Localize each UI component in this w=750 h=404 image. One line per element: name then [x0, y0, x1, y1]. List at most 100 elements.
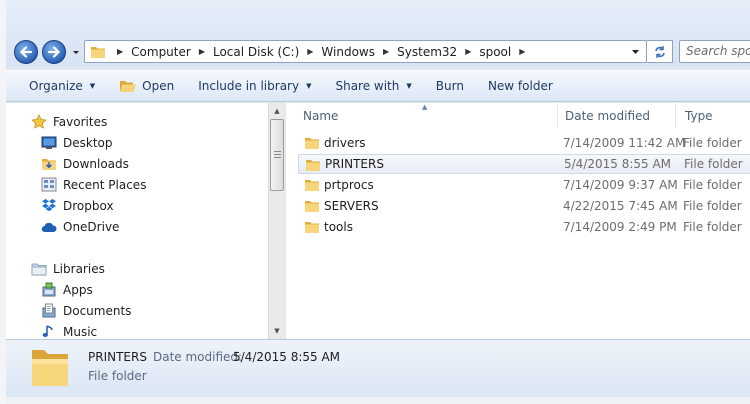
- chevron-down-icon: ▼: [306, 82, 312, 90]
- chevron-down-icon: ▼: [406, 82, 412, 90]
- file-type: File folder: [683, 199, 742, 213]
- file-row-selected[interactable]: PRINTERS 5/4/2015 8:55 AM File folder: [298, 154, 750, 174]
- new-folder-label: New folder: [487, 79, 553, 93]
- address-row: ▶ Computer ▶ Local Disk (C:) ▶ Windows ▶…: [6, 0, 750, 66]
- scroll-up-icon[interactable]: ▲: [269, 103, 285, 119]
- chevron-right-icon[interactable]: ▶: [307, 47, 313, 56]
- file-date: 5/4/2015 8:55 AM: [564, 157, 672, 171]
- nav-item-favorites[interactable]: Favorites: [30, 111, 107, 132]
- column-header-date-modified[interactable]: Date modified: [556, 103, 676, 128]
- breadcrumb-system32[interactable]: System32: [397, 45, 457, 59]
- nav-item-libraries[interactable]: Libraries: [30, 258, 105, 279]
- file-name: SERVERS: [324, 199, 379, 213]
- file-date: 4/22/2015 7:45 AM: [563, 199, 678, 213]
- refresh-button[interactable]: [647, 40, 673, 63]
- folder-icon: [305, 222, 319, 233]
- chevron-right-icon[interactable]: ▶: [117, 47, 123, 56]
- grip-icon: [274, 151, 281, 158]
- nav-item-dropbox[interactable]: Dropbox: [40, 195, 114, 216]
- desktop-icon: [40, 135, 58, 151]
- chevron-right-icon[interactable]: ▶: [519, 47, 525, 56]
- file-date: 7/14/2009 9:37 AM: [563, 178, 678, 192]
- column-header-label: Type: [685, 108, 713, 123]
- libraries-icon: [30, 261, 48, 277]
- large-folder-icon: [32, 350, 68, 386]
- recent-pages-dropdown-icon[interactable]: [71, 48, 81, 58]
- file-row[interactable]: prtprocs 7/14/2009 9:37 AM File folder: [298, 175, 750, 195]
- nav-label: Apps: [63, 282, 93, 297]
- file-row[interactable]: SERVERS 4/22/2015 7:45 AM File folder: [298, 196, 750, 216]
- nav-label: Documents: [63, 303, 132, 318]
- nav-label: Dropbox: [63, 198, 114, 213]
- address-history-dropdown-icon[interactable]: [631, 48, 640, 56]
- chevron-right-icon[interactable]: ▶: [465, 47, 471, 56]
- command-bar: Organize ▼ Open Include in library ▼ Sha…: [6, 70, 750, 102]
- navigation-pane: Favorites Desktop Downloads Recent Place…: [6, 103, 268, 339]
- column-header-label: Date modified: [565, 108, 651, 123]
- file-type: File folder: [683, 220, 742, 234]
- share-with-button[interactable]: Share with ▼: [323, 73, 423, 99]
- nav-label: Recent Places: [63, 177, 147, 192]
- nav-item-apps[interactable]: Apps: [40, 279, 93, 300]
- open-button[interactable]: Open: [107, 73, 186, 99]
- column-headers: ▲ Name Date modified Type: [286, 103, 750, 128]
- file-type: File folder: [683, 136, 742, 150]
- folder-icon: [305, 180, 319, 191]
- file-name: tools: [324, 220, 353, 234]
- breadcrumb: ▶ Computer ▶ Local Disk (C:) ▶ Windows ▶…: [109, 41, 533, 62]
- documents-library-icon: [40, 303, 58, 319]
- organize-button[interactable]: Organize ▼: [6, 73, 107, 99]
- file-row[interactable]: drivers 7/14/2009 11:42 AM File folder: [298, 133, 750, 153]
- details-name: PRINTERS: [88, 350, 147, 364]
- new-folder-button[interactable]: New folder: [476, 73, 565, 99]
- nav-label: Libraries: [53, 261, 105, 276]
- include-in-library-button[interactable]: Include in library ▼: [186, 73, 323, 99]
- nav-item-onedrive[interactable]: OneDrive: [40, 216, 119, 237]
- file-name: PRINTERS: [325, 157, 384, 171]
- nav-label: OneDrive: [63, 219, 120, 234]
- folder-icon: [305, 201, 319, 212]
- dropbox-icon: [40, 198, 58, 214]
- file-name: prtprocs: [324, 178, 374, 192]
- refresh-icon: [655, 46, 665, 58]
- nav-item-downloads[interactable]: Downloads: [40, 153, 129, 174]
- breadcrumb-spool[interactable]: spool: [479, 45, 511, 59]
- file-row[interactable]: tools 7/14/2009 2:49 PM File folder: [298, 217, 750, 237]
- search-box[interactable]: [679, 40, 750, 63]
- chevron-right-icon[interactable]: ▶: [383, 47, 389, 56]
- arrow-left-icon: [19, 46, 33, 58]
- open-label: Open: [142, 79, 175, 93]
- breadcrumb-computer[interactable]: Computer: [131, 45, 191, 59]
- back-button[interactable]: [14, 40, 38, 64]
- organize-label: Organize: [29, 79, 83, 93]
- nav-item-documents[interactable]: Documents: [40, 300, 131, 321]
- open-folder-icon: [120, 81, 137, 92]
- folder-icon: [91, 47, 105, 58]
- recent-places-icon: [40, 177, 58, 193]
- burn-label: Burn: [435, 79, 464, 93]
- column-header-type[interactable]: Type: [676, 103, 750, 128]
- onedrive-cloud-icon: [40, 219, 58, 235]
- details-type: File folder: [88, 369, 147, 383]
- nav-item-recent-places[interactable]: Recent Places: [40, 174, 146, 195]
- address-bar[interactable]: ▶ Computer ▶ Local Disk (C:) ▶ Windows ▶…: [84, 40, 647, 63]
- file-type: File folder: [683, 178, 742, 192]
- file-list: ▲ Name Date modified Type drivers 7/14/2…: [286, 103, 750, 339]
- apps-library-icon: [40, 282, 58, 298]
- forward-button[interactable]: [42, 40, 66, 64]
- breadcrumb-local-disk[interactable]: Local Disk (C:): [213, 45, 299, 59]
- scroll-down-icon[interactable]: ▼: [269, 323, 285, 339]
- nav-item-desktop[interactable]: Desktop: [40, 132, 113, 153]
- scrollbar-thumb[interactable]: [270, 119, 284, 191]
- star-icon: [30, 113, 48, 130]
- breadcrumb-windows[interactable]: Windows: [321, 45, 375, 59]
- burn-button[interactable]: Burn: [424, 73, 476, 99]
- music-note-icon: [40, 324, 58, 340]
- chevron-right-icon[interactable]: ▶: [199, 47, 205, 56]
- downloads-folder-icon: [40, 156, 58, 172]
- nav-label: Favorites: [53, 114, 108, 129]
- column-header-name[interactable]: Name: [294, 103, 558, 128]
- nav-pane-scrollbar[interactable]: ▲ ▼: [268, 103, 285, 339]
- column-header-label: Name: [303, 108, 339, 123]
- search-input[interactable]: [680, 41, 750, 61]
